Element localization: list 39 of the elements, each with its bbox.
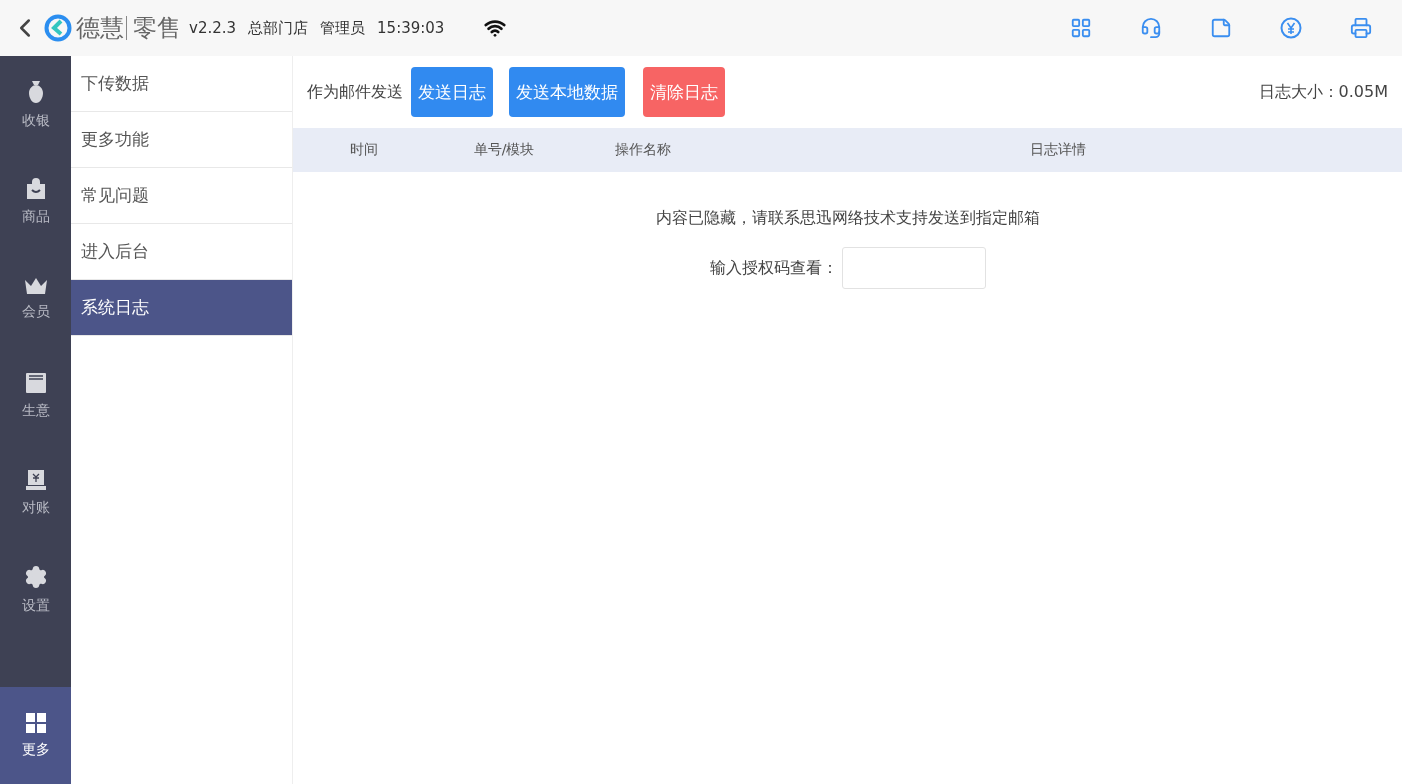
grid-icon xyxy=(25,712,46,733)
user-name: 管理员 xyxy=(320,18,366,38)
brand-name: 德慧 xyxy=(76,13,124,44)
nav-item[interactable]: 会员 xyxy=(0,250,71,347)
printer-icon[interactable] xyxy=(1350,17,1372,39)
product-name: 零售 xyxy=(133,13,181,44)
log-size-text: 日志大小：0.05M xyxy=(1258,81,1388,103)
auth-code-field[interactable] xyxy=(841,247,986,289)
yen-icon[interactable] xyxy=(1280,17,1302,39)
action-button[interactable]: 清除日志 xyxy=(643,67,725,117)
column-header: 单号/模块 xyxy=(472,141,536,159)
bag-icon xyxy=(24,177,47,200)
notice-text: 内容已隐藏，请联系思迅网络技术支持发送到指定邮箱 xyxy=(655,208,1040,229)
headset-icon[interactable] xyxy=(1140,17,1162,39)
settings-icon xyxy=(23,564,48,589)
nav-item[interactable]: 收银 xyxy=(0,56,71,153)
column-header: 时间 xyxy=(349,141,379,159)
action-button[interactable]: 发送日志 xyxy=(411,67,493,117)
wifi-icon xyxy=(484,17,507,39)
store-name: 总部门店 xyxy=(248,18,309,38)
grid-icon[interactable] xyxy=(1070,17,1092,39)
column-header: 操作名称 xyxy=(614,141,672,159)
nav-item[interactable]: 生意 xyxy=(0,347,71,444)
document-icon[interactable] xyxy=(1210,17,1232,39)
monitor-icon xyxy=(24,468,47,491)
logo-icon xyxy=(44,14,72,42)
nav-item[interactable]: 对账 xyxy=(0,444,71,541)
nav-item[interactable]: 更多 xyxy=(0,687,71,784)
clock-time: 15:39:03 xyxy=(377,19,445,37)
column-header: 日志详情 xyxy=(1028,141,1087,159)
version-text: v2.2.3 xyxy=(189,19,237,37)
nav-item[interactable]: 商品 xyxy=(0,153,71,250)
submenu-item[interactable]: 系统日志 xyxy=(71,280,292,336)
crown-icon xyxy=(23,276,48,295)
auth-code-label: 输入授权码查看： xyxy=(709,257,838,279)
action-button[interactable]: 发送本地数据 xyxy=(509,67,625,117)
email-label: 作为邮件发送 xyxy=(307,81,403,103)
nav-item[interactable]: 设置 xyxy=(0,541,71,638)
tray-icon xyxy=(24,371,47,394)
